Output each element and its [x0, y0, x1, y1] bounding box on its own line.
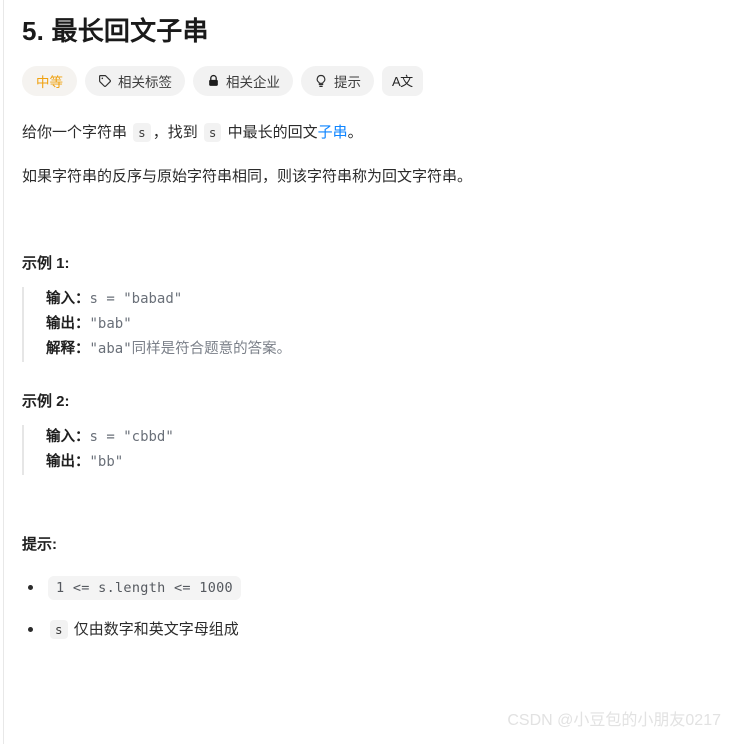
desc-text-4: 。 [347, 124, 363, 141]
substring-link[interactable]: 子串 [318, 124, 348, 141]
example-2-heading: 示例 2: [22, 393, 70, 410]
example-1-explanation-code: "aba" [89, 341, 132, 357]
hint-button[interactable]: 提示 [301, 66, 374, 96]
desc-text-2: ，找到 [152, 124, 202, 141]
related-tags-label: 相关标签 [118, 75, 172, 90]
example-1-heading: 示例 1: [22, 255, 70, 272]
left-pane-border [3, 0, 4, 744]
tag-icon [98, 74, 112, 88]
inline-code-s-1: s [133, 123, 151, 142]
hint-label: 提示 [334, 75, 361, 90]
description-paragraph-1: 给你一个字符串 s ，找到 s 中最长的回文子串。 [22, 120, 722, 146]
related-companies-button[interactable]: 相关企业 [193, 66, 293, 96]
example-1-output-label: 输出： [46, 316, 90, 332]
csdn-watermark: CSDN @小豆包的小朋友0217 [507, 712, 721, 729]
example-1-output-line: 输出："bab" [46, 312, 722, 337]
related-tags-button[interactable]: 相关标签 [85, 66, 185, 96]
lock-icon [206, 74, 220, 88]
example-1-input-line: 输入：s = "babad" [46, 287, 722, 312]
problem-content: 5. 最长回文子串 中等 相关标签 相关企业 提示 A文 给你一个字符串 s ，… [22, 0, 722, 660]
example-1-explanation-text: 同样是符合题意的答案。 [131, 341, 292, 357]
desc-text-1: 给你一个字符串 [22, 124, 132, 141]
lightbulb-icon [314, 74, 328, 88]
example-2-input-line: 输入：s = "cbbd" [46, 425, 722, 450]
description-paragraph-2: 如果字符串的反序与原始字符串相同，则该字符串称为回文字符串。 [22, 168, 473, 185]
example-2-input-label: 输入： [46, 429, 90, 445]
example-2-block: 输入：s = "cbbd" 输出："bb" [22, 425, 722, 475]
list-item: s 仅由数字和英文字母组成 [22, 618, 722, 642]
page-title: 5. 最长回文子串 [22, 16, 209, 46]
translate-icon: A文 [392, 73, 413, 89]
example-1-block: 输入：s = "babad" 输出："bab" 解释："aba"同样是符合题意的… [22, 287, 722, 362]
example-2-input-value: s = "cbbd" [89, 429, 174, 445]
example-1-explanation-label: 解释： [46, 341, 90, 357]
example-2-output-label: 输出： [46, 454, 90, 470]
inline-code-s-2: s [203, 123, 222, 142]
hints-heading: 提示: [22, 536, 57, 553]
example-1-output-value: "bab" [89, 316, 132, 332]
example-2-output-value: "bb" [89, 454, 124, 470]
example-1-input-label: 输入： [46, 291, 90, 307]
translate-button[interactable]: A文 [382, 66, 423, 96]
example-1-explanation-line: 解释："aba"同样是符合题意的答案。 [46, 337, 722, 362]
list-item: 1 <= s.length <= 1000 [22, 576, 722, 600]
constraint-text-2: 仅由数字和英文字母组成 [73, 621, 239, 638]
related-companies-label: 相关企业 [226, 75, 280, 90]
example-1-input-value: s = "babad" [89, 291, 183, 307]
constraint-code-1: 1 <= s.length <= 1000 [48, 576, 241, 600]
constraint-code-2: s [50, 620, 68, 639]
desc-text-3: 中最长的回文 [223, 124, 318, 141]
constraints-list: 1 <= s.length <= 1000 s 仅由数字和英文字母组成 [22, 576, 722, 642]
problem-meta-toolbar: 中等 相关标签 相关企业 提示 A文 [22, 66, 722, 96]
difficulty-badge[interactable]: 中等 [22, 66, 77, 96]
example-2-output-line: 输出："bb" [46, 450, 722, 475]
